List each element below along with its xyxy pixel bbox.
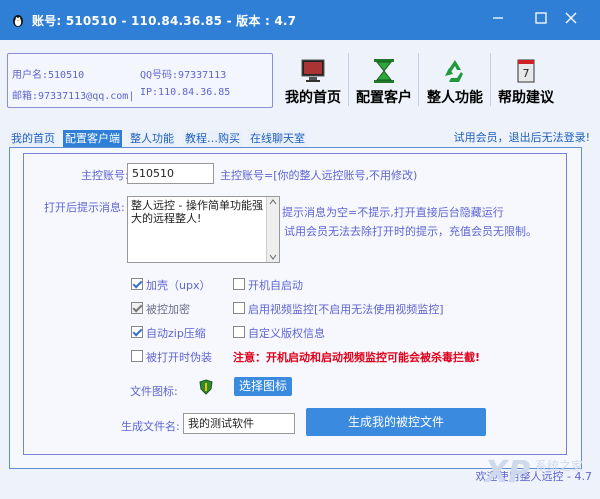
close-button[interactable] xyxy=(558,8,584,32)
prompt-hint-1: 提示消息为空=不提示,打开直接后台隐藏运行 xyxy=(282,206,504,219)
tab-my-home[interactable]: 我的首页 xyxy=(9,130,57,147)
nav-prank-features-button[interactable]: 整人功能 xyxy=(418,53,491,106)
nav-my-home-button[interactable]: 我的首页 xyxy=(278,53,348,106)
nav-config-client-button[interactable]: 配置客户 xyxy=(348,53,419,106)
minimize-icon xyxy=(493,17,503,19)
trial-notice: 试用会员，退出后无法登录! xyxy=(453,131,590,144)
account-info-panel: 用户名:510510 QQ号码:97337113 邮箱:97337113@qq.… xyxy=(7,53,273,108)
username-text: 用户名:510510 xyxy=(12,70,85,81)
hourglass-icon xyxy=(374,59,394,83)
choose-icon-button[interactable]: 选择图标 xyxy=(234,377,292,396)
nav-prank-features-label: 整人功能 xyxy=(427,90,483,106)
video-monitor-label: 启用视频监控[不启用无法使用视频监控] xyxy=(248,303,444,316)
svg-text:XP: XP xyxy=(483,455,530,490)
minimize-button[interactable] xyxy=(485,8,511,32)
prompt-textarea[interactable]: 整人远控 - 操作简单功能强大的远程整人! xyxy=(127,196,280,263)
account-hint: 主控账号=[你的整人远控账号,不用修改) xyxy=(220,169,418,182)
shield-icon xyxy=(199,379,213,395)
autostart-checkbox[interactable] xyxy=(233,278,245,290)
filename-label: 生成文件名: xyxy=(121,420,180,433)
nav-my-home-label: 我的首页 xyxy=(285,90,341,106)
video-monitor-checkbox[interactable] xyxy=(233,302,245,314)
nav-help-button[interactable]: 7 帮助建议 xyxy=(490,53,561,106)
config-tab-panel: 主控账号: 510510 主控账号=[你的整人远控账号,不用修改) 打开后提示消… xyxy=(9,147,582,469)
penguin-app-icon xyxy=(13,15,23,27)
scroll-down-icon xyxy=(269,254,277,260)
autostart-label: 开机自启动 xyxy=(248,279,303,292)
zip-checkbox[interactable] xyxy=(131,326,143,338)
tab-config-client[interactable]: 配置客户端 xyxy=(63,130,122,147)
filename-input[interactable]: 我的测试软件 xyxy=(183,413,295,434)
ip-text: IP:110.84.36.85 xyxy=(140,87,231,98)
nav-help-label: 帮助建议 xyxy=(498,90,554,106)
nav-config-client-label: 配置客户 xyxy=(356,90,412,106)
email-text: 邮箱:97337113@qq.com| xyxy=(12,91,135,102)
account-label: 主控账号: xyxy=(81,169,129,182)
home-monitor-icon xyxy=(301,59,325,82)
copyright-label: 自定义版权信息 xyxy=(248,327,325,340)
zip-label: 自动zip压缩 xyxy=(146,327,206,340)
maximize-icon xyxy=(535,12,547,24)
tab-tutorial-buy[interactable]: 教程…购买 xyxy=(183,130,242,147)
watermark-logo: XP 系统之家 xyxy=(483,455,583,490)
prompt-scrollbar[interactable] xyxy=(266,197,279,262)
copyright-checkbox[interactable] xyxy=(233,326,245,338)
account-input[interactable]: 510510 xyxy=(127,163,214,184)
warning-text: 注意：开机启动和启动视频监控可能会被杀毒拦截! xyxy=(233,351,481,364)
generate-button[interactable]: 生成我的被控文件 xyxy=(306,408,486,436)
close-icon xyxy=(565,12,577,24)
disguise-checkbox[interactable] xyxy=(131,350,143,362)
tab-prank-features[interactable]: 整人功能 xyxy=(128,130,176,147)
config-form: 主控账号: 510510 主控账号=[你的整人远控账号,不用修改) 打开后提示消… xyxy=(23,153,567,455)
help-book-icon: 7 xyxy=(517,59,535,83)
prompt-label: 打开后提示消息: xyxy=(44,201,125,214)
tab-chat-room[interactable]: 在线聊天室 xyxy=(248,130,307,147)
prompt-text: 整人远控 - 操作简单功能强大的远程整人! xyxy=(131,199,263,225)
svg-text:7: 7 xyxy=(523,67,530,80)
file-icon-label: 文件图标: xyxy=(130,385,178,398)
encrypt-checkbox[interactable] xyxy=(131,302,143,314)
encrypt-label: 被控加密 xyxy=(146,303,190,316)
qq-text: QQ号码:97337113 xyxy=(140,70,227,81)
scroll-up-icon xyxy=(269,199,277,205)
svg-text:系统之家: 系统之家 xyxy=(535,458,583,473)
title-bar[interactable]: 账号: 510510 - 110.84.36.85 - 版本 : 4.7 xyxy=(0,0,600,40)
disguise-label: 被打开时伪装 xyxy=(146,351,212,364)
maximize-button[interactable] xyxy=(528,8,554,32)
recycle-icon xyxy=(445,60,463,82)
prompt-hint-2: 试用会员无法去除打开时的提示，充值会员无限制。 xyxy=(284,225,537,238)
window-title: 账号: 510510 - 110.84.36.85 - 版本 : 4.7 xyxy=(32,14,297,28)
upx-checkbox[interactable] xyxy=(131,278,143,290)
app-window: 账号: 510510 - 110.84.36.85 - 版本 : 4.7 用户名… xyxy=(0,0,600,499)
upx-label: 加壳（upx） xyxy=(146,279,211,292)
